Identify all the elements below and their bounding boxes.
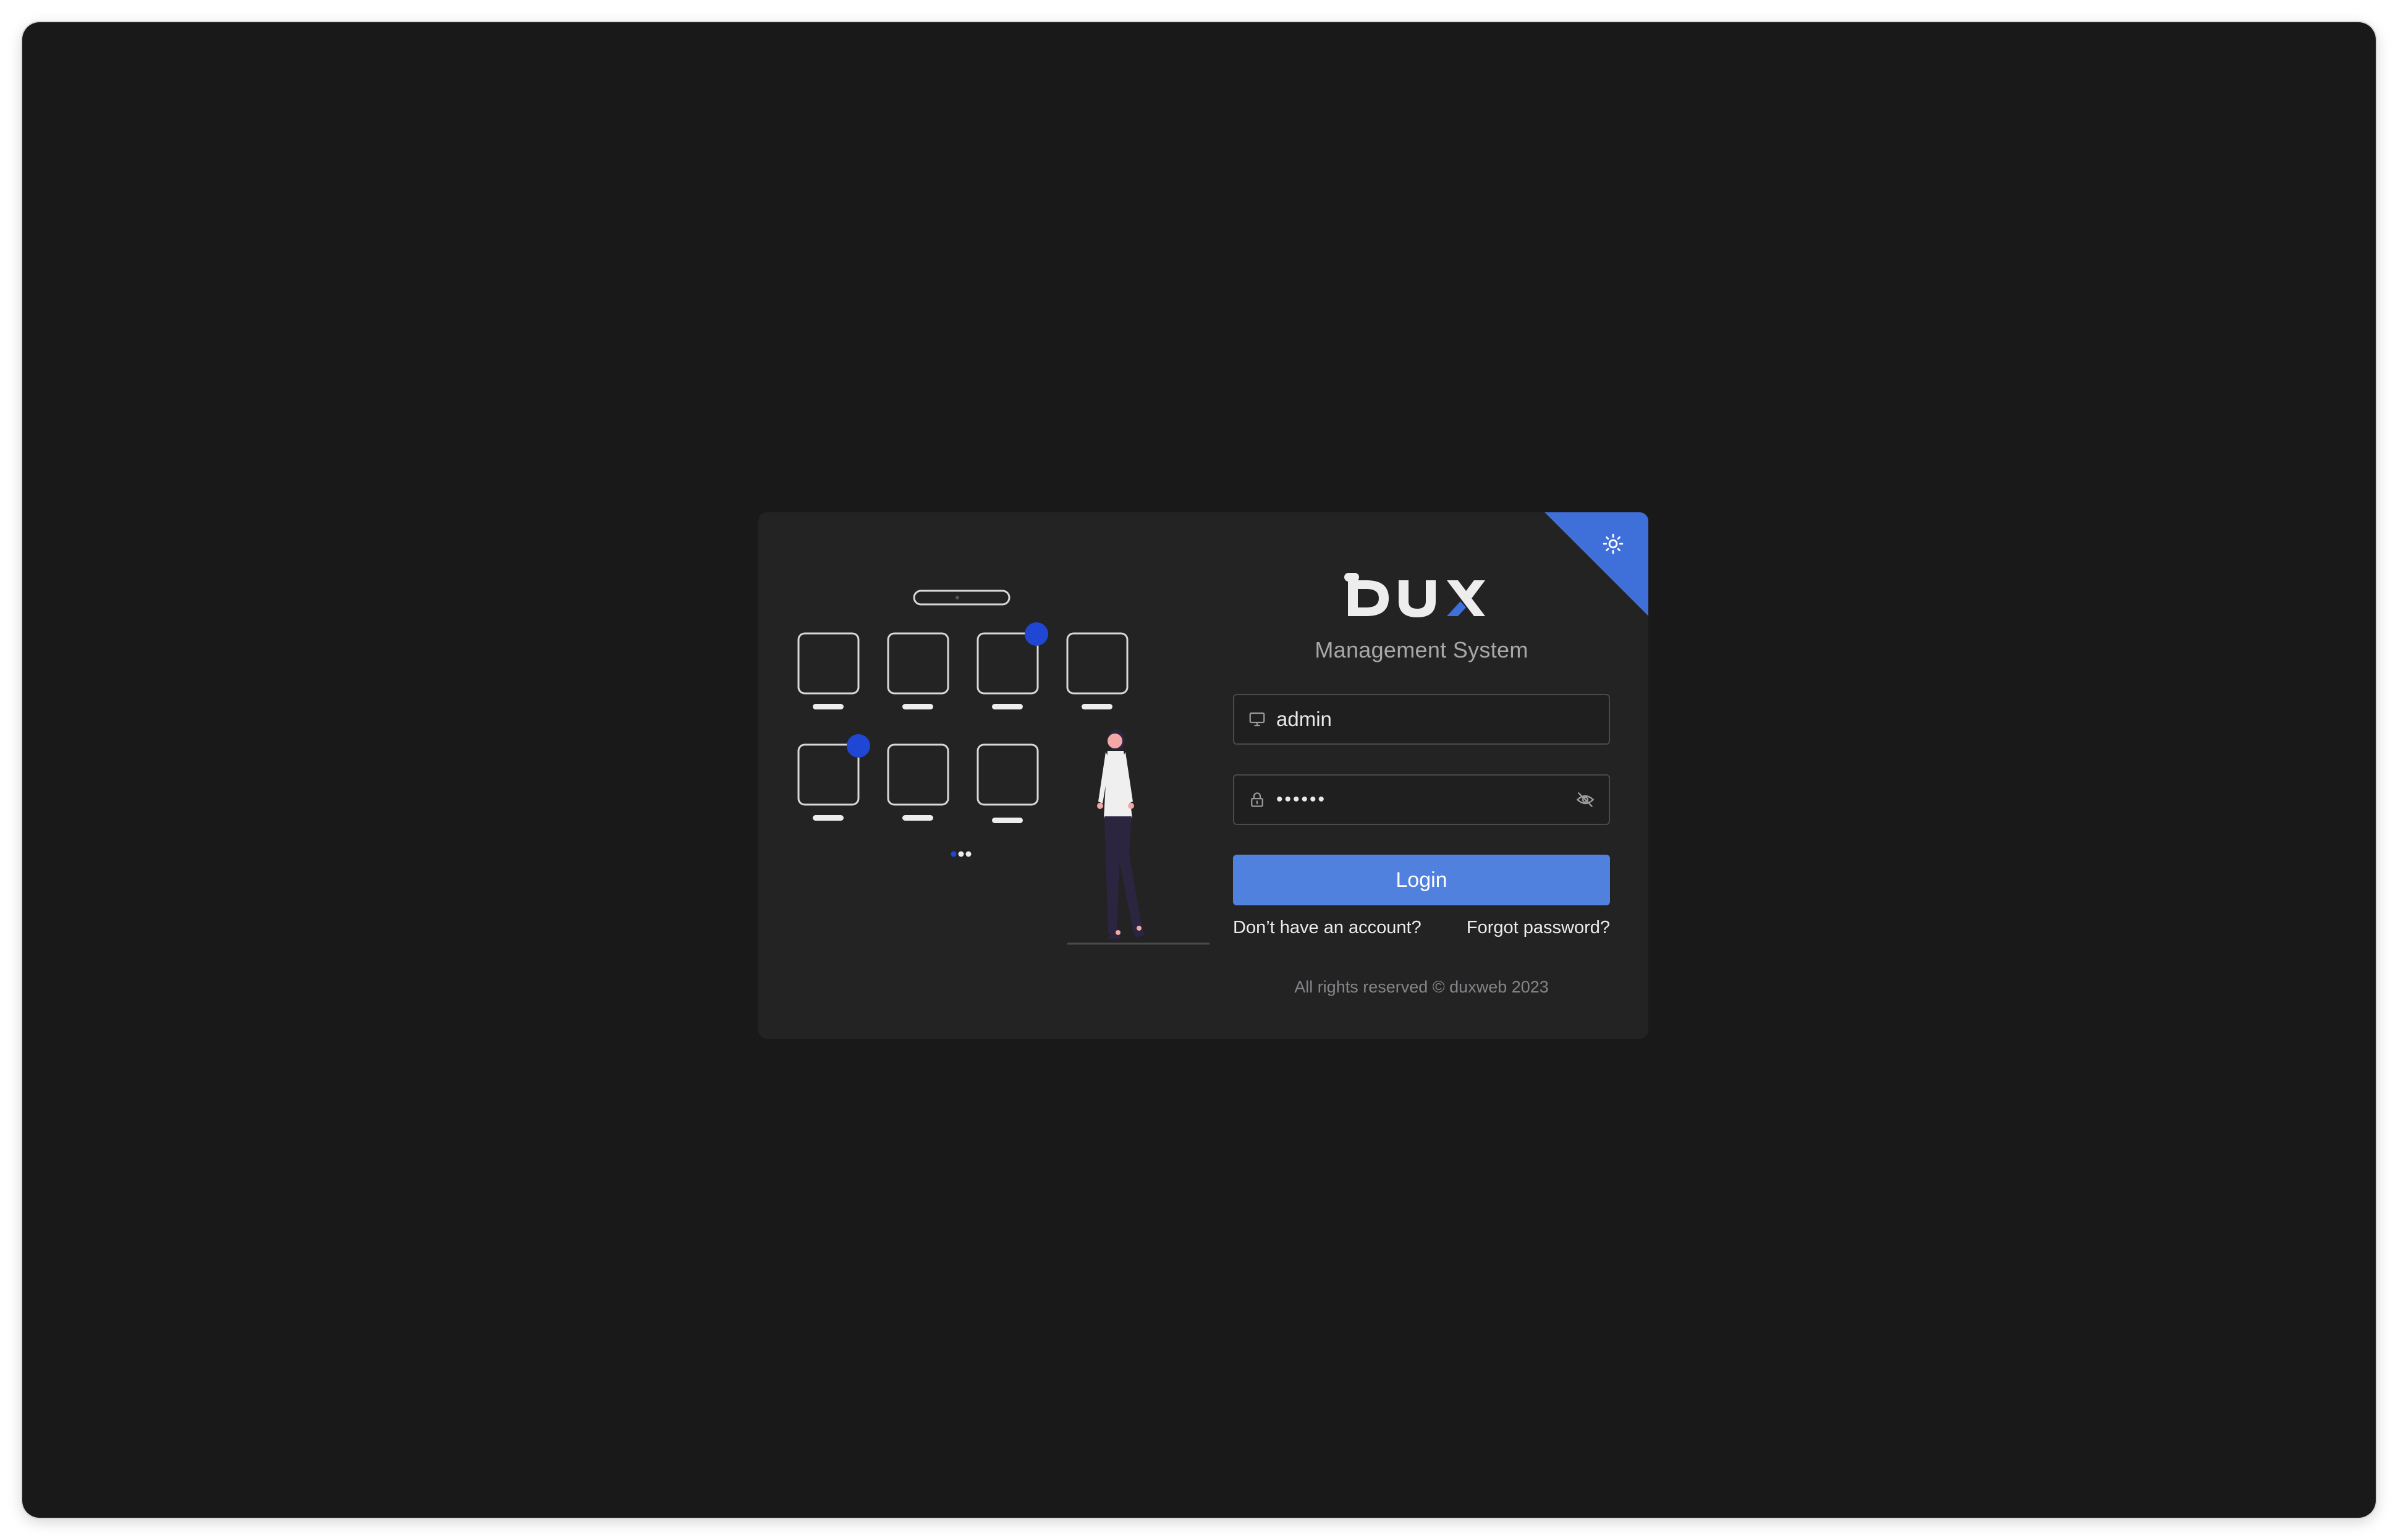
dux-logo (1344, 573, 1485, 617)
auth-links: Don’t have an account? Forgot password? (1233, 918, 1610, 938)
login-form: Management System admin •••••• Login Don… (1233, 568, 1610, 997)
copyright-footer: All rights reserved © duxweb 2023 (1294, 978, 1549, 996)
sun-icon (1603, 533, 1624, 554)
password-field[interactable] (1233, 774, 1610, 825)
dashboard-illustration (797, 590, 1210, 945)
eye-off-icon[interactable] (1575, 790, 1595, 810)
monitor-icon (1249, 712, 1265, 727)
forgot-password-link[interactable]: Forgot password? (1467, 918, 1610, 938)
login-button[interactable]: Login (1233, 855, 1610, 905)
app-window: Management System admin •••••• Login Don… (22, 22, 2376, 1518)
lock-icon (1251, 792, 1263, 807)
password-input[interactable] (1276, 781, 1575, 818)
username-input[interactable] (1276, 701, 1595, 738)
register-link[interactable]: Don’t have an account? (1233, 918, 1421, 938)
username-field[interactable] (1233, 694, 1610, 745)
app-subtitle: Management System (1315, 637, 1528, 662)
login-card: Management System admin •••••• Login Don… (758, 512, 1648, 1039)
